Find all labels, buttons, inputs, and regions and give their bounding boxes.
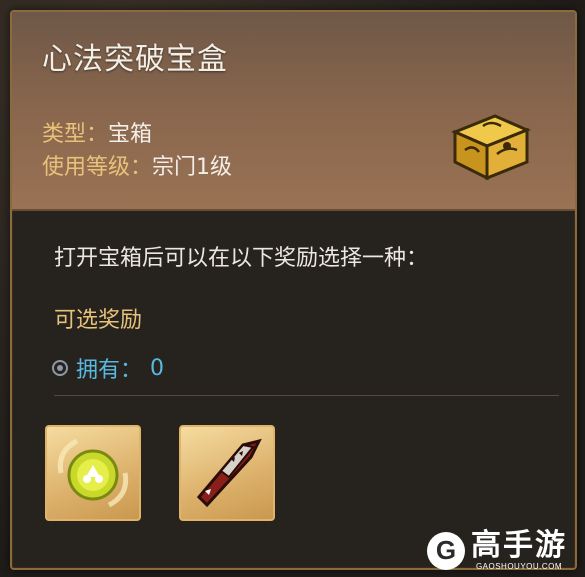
item-level-row: 使用等级：宗门1级 bbox=[42, 149, 232, 181]
watermark-text: 高手游 GAOSHOUYOU.COM bbox=[471, 528, 567, 572]
tooltip-backdrop: 心法突破宝盒 类型：宝箱 使用等级：宗门1级 打开宝箱后可以在以下奖励选择一种：… bbox=[0, 0, 585, 577]
item-header: 心法突破宝盒 类型：宝箱 使用等级：宗门1级 bbox=[12, 12, 575, 211]
currency-icon bbox=[52, 360, 68, 376]
item-type-row: 类型：宝箱 bbox=[42, 116, 152, 148]
owned-value: 0 bbox=[150, 355, 165, 381]
item-type-label: 类型： bbox=[42, 122, 109, 147]
watermark-logo-icon: G bbox=[427, 531, 465, 570]
chest-description: 打开宝箱后可以在以下奖励选择一种： bbox=[54, 246, 429, 271]
golden-chest-icon bbox=[445, 102, 533, 184]
site-watermark: G 高手游 GAOSHOUYOU.COM bbox=[427, 530, 567, 571]
item-level-value: 宗门1级 bbox=[152, 155, 233, 180]
item-tooltip-panel: 心法突破宝盒 类型：宝箱 使用等级：宗门1级 打开宝箱后可以在以下奖励选择一种：… bbox=[10, 10, 577, 570]
reward-slot-orb[interactable] bbox=[45, 425, 141, 521]
owned-label: 拥有： bbox=[76, 358, 143, 383]
item-title: 心法突破宝盒 bbox=[42, 42, 228, 77]
item-level-label: 使用等级： bbox=[42, 155, 153, 180]
item-type-value: 宝箱 bbox=[108, 122, 153, 147]
watermark-cn: 高手游 bbox=[471, 528, 567, 563]
red-blade-icon bbox=[196, 438, 262, 508]
owned-count-row: 拥有： 0 bbox=[52, 352, 164, 384]
corner-ornament bbox=[12, 550, 30, 568]
watermark-en: GAOSHOUYOU.COM bbox=[475, 562, 563, 571]
reward-slot-blade[interactable] bbox=[179, 425, 275, 521]
optional-rewards-heading: 可选奖励 bbox=[54, 308, 143, 333]
golden-orb-icon bbox=[57, 438, 129, 508]
section-divider bbox=[54, 395, 559, 396]
